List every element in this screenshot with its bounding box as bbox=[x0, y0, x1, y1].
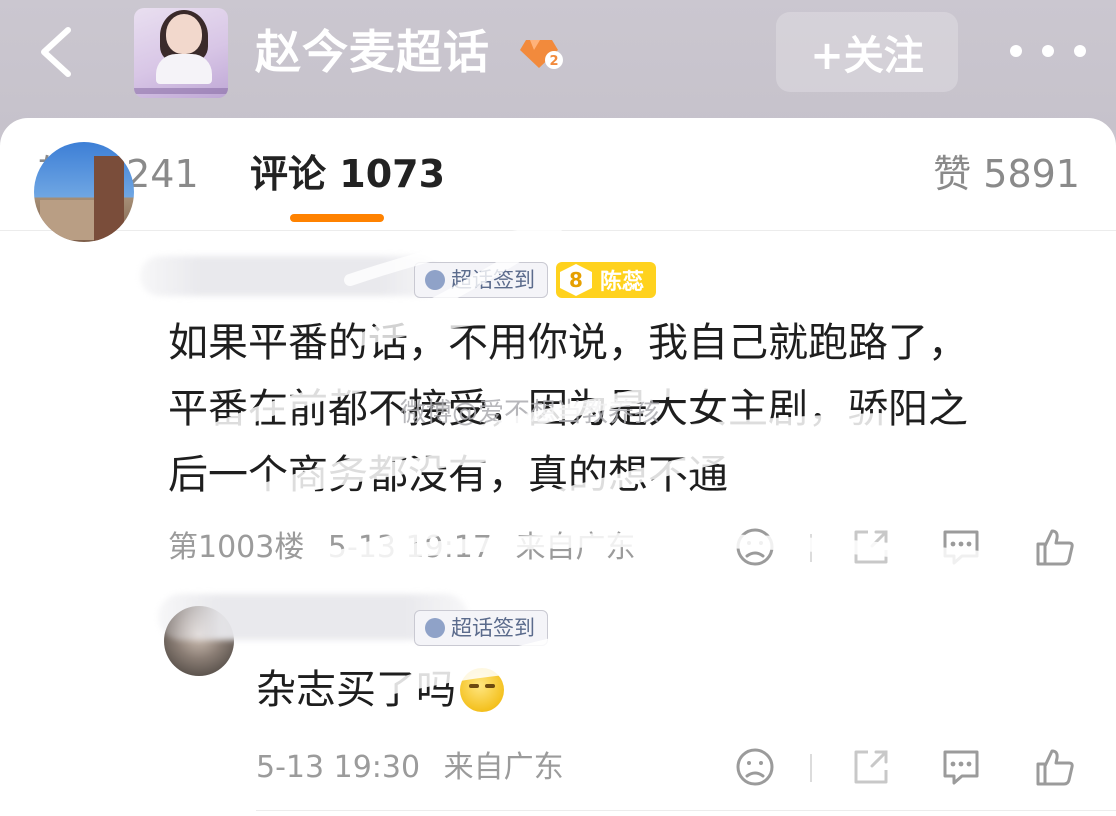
reply-button[interactable] bbox=[940, 746, 982, 788]
checkin-icon bbox=[425, 270, 445, 290]
reply-icon bbox=[943, 530, 979, 565]
super-topic-title[interactable]: 赵今麦超话 bbox=[255, 22, 490, 82]
reply-meta: 5-13 19:30 来自广东 bbox=[256, 748, 578, 788]
top-bar: 赵今麦超话 2 +关注 bbox=[0, 0, 1116, 130]
super-topic-avatar[interactable] bbox=[134, 8, 228, 98]
like-button[interactable] bbox=[1034, 526, 1076, 568]
comment-time: 5-13 19:17 bbox=[327, 530, 492, 565]
avatar[interactable] bbox=[34, 142, 134, 242]
separator bbox=[810, 534, 812, 562]
comment-location: 来自广东 bbox=[515, 530, 636, 565]
tab-bar: 转发 241 评论 1073 赞 5891 bbox=[0, 118, 1116, 230]
super-topic-level-icon: 2 bbox=[520, 40, 563, 69]
username-redacted[interactable] bbox=[140, 256, 440, 296]
share-button[interactable] bbox=[850, 746, 892, 788]
dislike-button[interactable] bbox=[734, 526, 776, 568]
share-button[interactable] bbox=[850, 526, 892, 568]
like-icon bbox=[1036, 529, 1074, 566]
dislike-icon bbox=[736, 528, 774, 566]
back-button[interactable] bbox=[30, 22, 86, 82]
divider bbox=[256, 810, 1116, 811]
follow-button[interactable]: +关注 bbox=[776, 12, 958, 92]
more-dots-icon bbox=[1010, 45, 1022, 57]
dislike-button[interactable] bbox=[734, 746, 776, 788]
divider bbox=[0, 230, 1116, 231]
tab-likes[interactable]: 赞 5891 bbox=[933, 150, 1080, 198]
separator bbox=[810, 754, 812, 782]
checkin-icon bbox=[425, 618, 445, 638]
svg-text:2: 2 bbox=[549, 54, 558, 69]
more-button[interactable] bbox=[1010, 36, 1086, 66]
checkin-badge[interactable]: 超话签到 bbox=[414, 262, 548, 298]
reply-icon bbox=[943, 750, 979, 785]
watermark: 微博@爱不想当教养孩 bbox=[400, 398, 661, 428]
reply-text: 杂志买了吗 bbox=[256, 660, 504, 720]
like-button[interactable] bbox=[1034, 746, 1076, 788]
share-icon bbox=[854, 530, 888, 564]
reply-location: 来自广东 bbox=[443, 750, 564, 785]
back-chevron-icon bbox=[41, 27, 71, 77]
reply-actions bbox=[734, 746, 1080, 796]
dislike-icon bbox=[736, 748, 774, 786]
thinking-emoji-icon bbox=[460, 668, 504, 712]
tab-comments[interactable]: 评论 1073 bbox=[250, 150, 445, 198]
fan-level-icon: 8 bbox=[560, 264, 592, 296]
share-icon bbox=[854, 750, 888, 784]
comment-actions bbox=[734, 526, 1080, 576]
comment-meta: 第1003楼 5-13 19:17 来自广东 bbox=[168, 528, 650, 568]
floor-number: 第1003楼 bbox=[168, 530, 305, 565]
like-icon bbox=[1036, 749, 1074, 786]
reply-time: 5-13 19:30 bbox=[256, 750, 421, 785]
reply-button[interactable] bbox=[940, 526, 982, 568]
active-tab-indicator bbox=[290, 214, 384, 222]
reply-checkin-badge[interactable]: 超话签到 bbox=[414, 610, 548, 646]
fan-badge[interactable]: 8 陈蕊 bbox=[556, 262, 657, 298]
